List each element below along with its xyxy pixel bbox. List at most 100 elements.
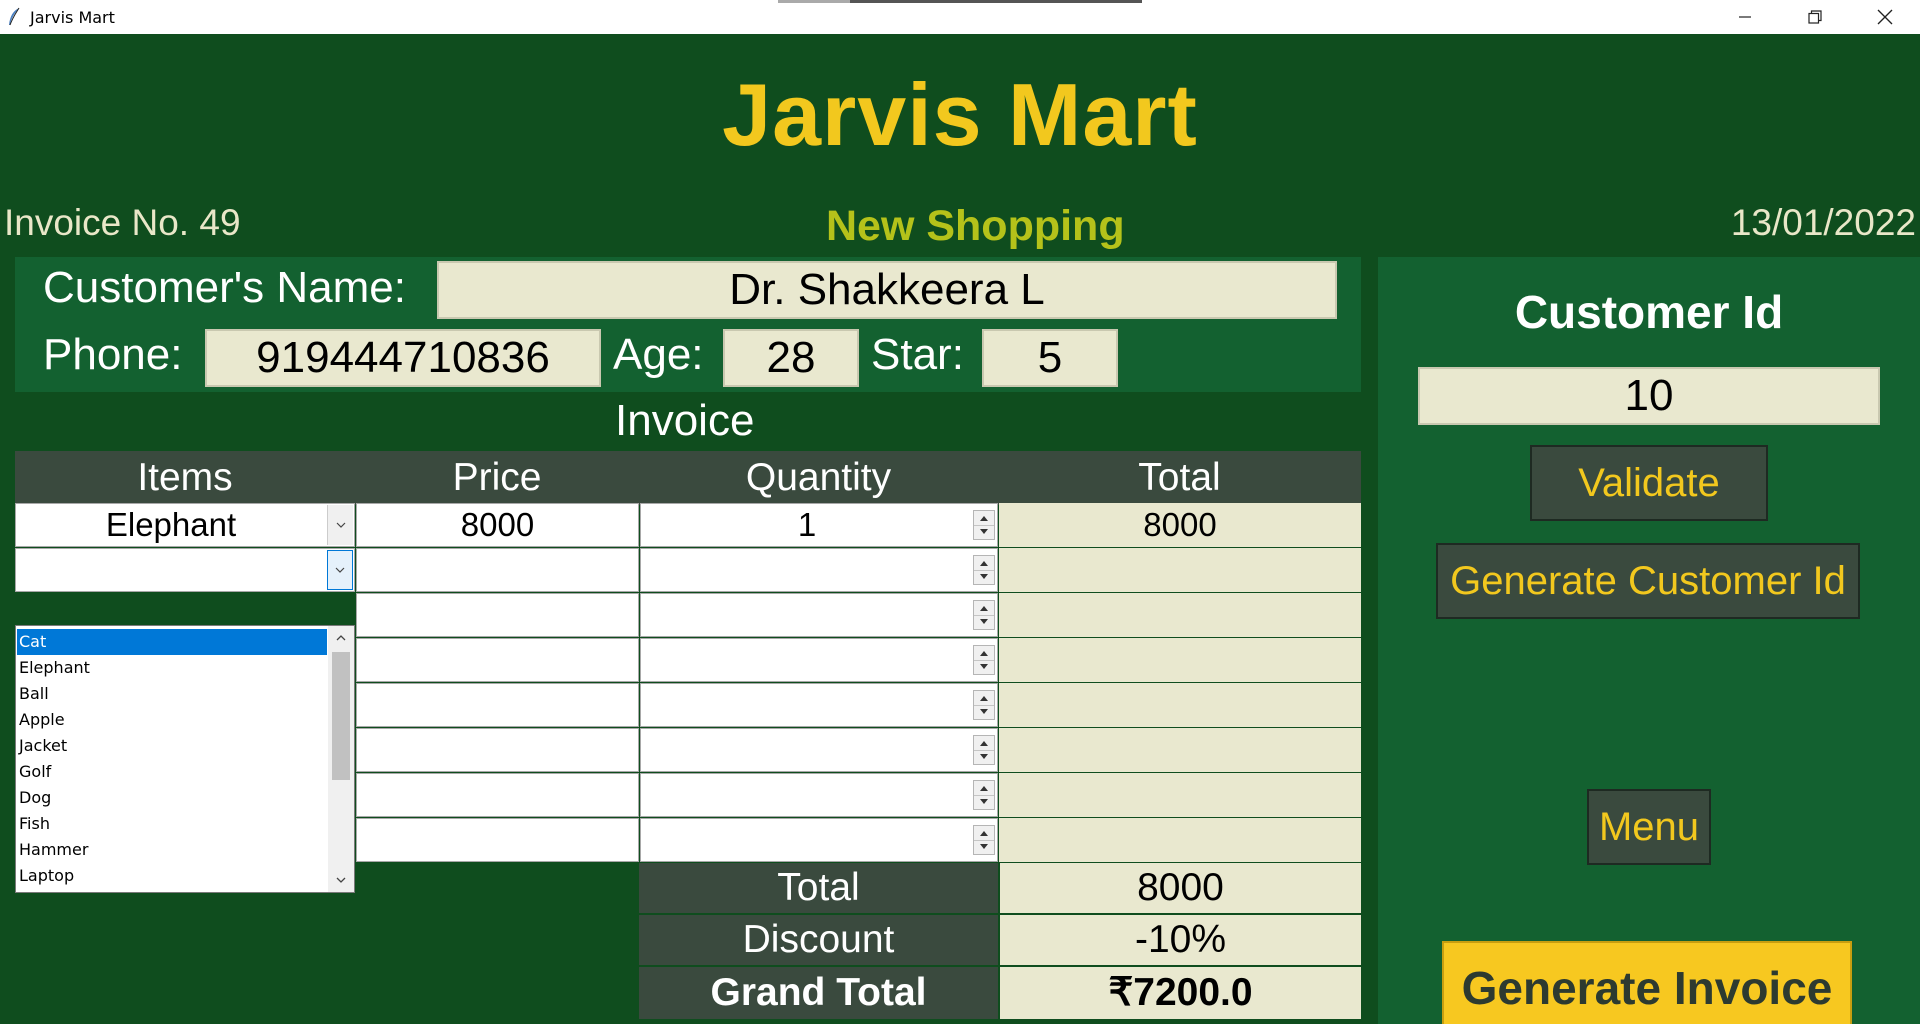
scroll-down-button[interactable] — [328, 868, 354, 892]
mode-title: New Shopping — [826, 202, 1125, 250]
row-total-cell — [999, 728, 1361, 772]
column-header-total: Total — [1138, 456, 1221, 499]
customer-id-panel: Customer Id 10 Validate Generate Custome… — [1378, 257, 1920, 1024]
row-total-cell — [999, 773, 1361, 817]
price-cell[interactable]: 8000 — [356, 503, 639, 547]
item-combobox[interactable]: Elephant — [15, 503, 355, 547]
invoice-date: 13/01/2022 — [1730, 202, 1916, 243]
combobox-dropdown-button[interactable] — [327, 550, 353, 590]
customer-name-field[interactable]: Dr. Shakkeera L — [437, 261, 1337, 319]
summary-total-row: Total 8000 — [639, 863, 1361, 913]
customer-id-field[interactable]: 10 — [1418, 367, 1880, 425]
grand-total-label: Grand Total — [639, 967, 998, 1019]
price-cell[interactable] — [356, 638, 639, 682]
dropdown-option[interactable]: Fish — [17, 811, 327, 837]
window-title: Jarvis Mart — [30, 8, 115, 27]
customer-details-panel: Customer's Name: Dr. Shakkeera L Phone: … — [15, 257, 1361, 392]
quantity-stepper[interactable] — [973, 600, 995, 630]
quantity-spinbox[interactable] — [640, 593, 998, 637]
price-cell[interactable] — [356, 683, 639, 727]
quantity-stepper[interactable] — [973, 555, 995, 585]
chevron-down-icon — [336, 522, 345, 528]
customer-name-label: Customer's Name: — [43, 263, 406, 312]
quantity-stepper[interactable] — [973, 735, 995, 765]
quantity-spinbox[interactable] — [640, 548, 998, 592]
row-total-cell — [999, 638, 1361, 682]
price-cell[interactable] — [356, 548, 639, 592]
table-row — [15, 548, 1361, 592]
price-cell[interactable] — [356, 773, 639, 817]
price-cell[interactable] — [356, 818, 639, 862]
item-dropdown-list[interactable]: Cat Elephant Ball Apple Jacket Golf Dog … — [15, 625, 355, 893]
quantity-spinbox[interactable] — [640, 728, 998, 772]
generate-invoice-button[interactable]: Generate Invoice — [1442, 941, 1852, 1024]
invoice-number-value: 49 — [199, 202, 241, 243]
quantity-spinbox[interactable]: 1 — [640, 503, 998, 547]
dropdown-option[interactable]: Ball — [17, 681, 327, 707]
row-total-cell — [999, 683, 1361, 727]
quantity-spinbox[interactable] — [640, 818, 998, 862]
item-combobox-value: Elephant — [105, 506, 237, 543]
minimize-button[interactable] — [1710, 0, 1780, 34]
invoice-number-label: Invoice No. — [4, 202, 190, 243]
summary-grand-total-row: Grand Total ₹7200.0 — [639, 967, 1361, 1019]
table-row: Elephant 8000 1 8000 — [15, 503, 1361, 547]
chevron-up-icon — [336, 635, 346, 641]
dropdown-option[interactable]: Cat — [17, 629, 327, 655]
quantity-spinbox[interactable] — [640, 638, 998, 682]
quantity-stepper[interactable] — [973, 645, 995, 675]
generate-customer-id-button[interactable]: Generate Customer Id — [1436, 543, 1860, 619]
price-cell[interactable] — [356, 593, 639, 637]
dropdown-option[interactable]: Golf — [17, 759, 327, 785]
column-header-items: Items — [137, 456, 233, 499]
dropdown-scrollbar[interactable] — [328, 626, 354, 892]
phone-label: Phone: — [43, 330, 183, 379]
chevron-down-icon — [335, 567, 345, 573]
dropdown-option[interactable]: Hammer — [17, 837, 327, 863]
window-titlebar: Jarvis Mart — [0, 0, 1920, 34]
close-icon — [1877, 9, 1893, 25]
close-button[interactable] — [1850, 0, 1920, 34]
chevron-down-icon — [336, 877, 346, 883]
quantity-stepper[interactable] — [973, 690, 995, 720]
column-header-price: Price — [452, 456, 542, 499]
invoice-table-header: Items Price Quantity Total — [15, 451, 1361, 505]
summary-discount-row: Discount -10% — [639, 915, 1361, 965]
grand-total-value: ₹7200.0 — [1000, 967, 1361, 1019]
titlebar-indicator — [778, 0, 1142, 3]
price-cell[interactable] — [356, 728, 639, 772]
quantity-value: 1 — [797, 506, 817, 543]
row-total-cell: 8000 — [999, 503, 1361, 547]
age-label: Age: — [613, 330, 704, 379]
scroll-up-button[interactable] — [328, 626, 354, 650]
summary-discount-value: -10% — [1000, 915, 1361, 965]
age-field[interactable]: 28 — [723, 329, 859, 387]
quantity-spinbox[interactable] — [640, 773, 998, 817]
customer-id-title: Customer Id — [1514, 286, 1784, 338]
quantity-stepper[interactable] — [973, 825, 995, 855]
dropdown-option[interactable]: Dog — [17, 785, 327, 811]
star-field[interactable]: 5 — [982, 329, 1118, 387]
summary-discount-label: Discount — [639, 915, 998, 965]
feather-icon — [9, 7, 20, 26]
dropdown-option[interactable]: Jacket — [17, 733, 327, 759]
quantity-stepper[interactable] — [973, 510, 995, 540]
dropdown-option[interactable]: Apple — [17, 707, 327, 733]
quantity-spinbox[interactable] — [640, 683, 998, 727]
scrollbar-thumb[interactable] — [332, 652, 350, 780]
row-total-cell — [999, 818, 1361, 862]
invoice-section-title: Invoice — [615, 396, 755, 445]
restore-button[interactable] — [1780, 0, 1850, 34]
dropdown-option[interactable]: Elephant — [17, 655, 327, 681]
phone-field[interactable]: 919444710836 — [205, 329, 601, 387]
validate-button[interactable]: Validate — [1530, 445, 1768, 521]
summary-total-label: Total — [639, 863, 998, 913]
dropdown-option[interactable]: Laptop — [17, 863, 327, 889]
item-combobox[interactable] — [15, 548, 355, 592]
combobox-dropdown-button[interactable] — [327, 505, 353, 545]
app-main: Jarvis Mart Invoice No. 49 New Shopping … — [0, 34, 1920, 1024]
star-label: Star: — [871, 330, 964, 379]
menu-button[interactable]: Menu — [1587, 789, 1711, 865]
store-title: Jarvis Mart — [722, 65, 1198, 164]
quantity-stepper[interactable] — [973, 780, 995, 810]
